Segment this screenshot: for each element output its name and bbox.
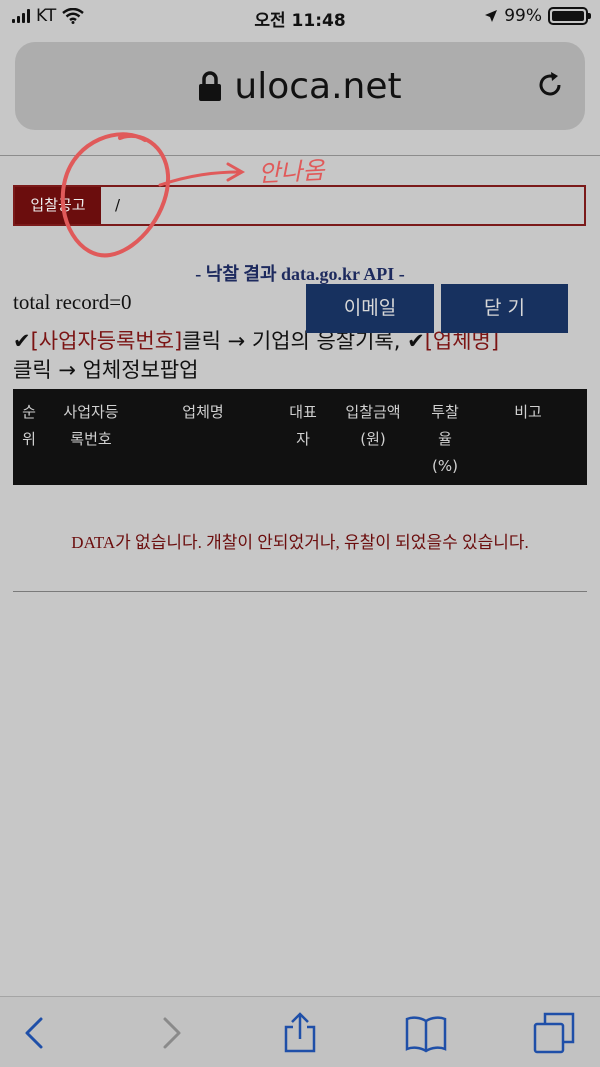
status-right: 99% (484, 6, 591, 26)
url-bar[interactable]: uloca.net (15, 42, 585, 130)
column-amount: 입찰금액 (원) (345, 403, 401, 448)
tabs-icon[interactable] (532, 1011, 576, 1055)
status-bar: KT 오전 11:48 99% (0, 0, 600, 34)
column-note: 비고 (514, 403, 542, 421)
column-ceo: 대표 자 (289, 403, 317, 448)
divider (13, 591, 587, 592)
total-record: total record=0 (13, 290, 132, 314)
instruction-part2: 클릭 → 업체정보팝업 (13, 358, 199, 382)
share-icon[interactable] (278, 1011, 322, 1055)
reload-icon[interactable] (535, 70, 565, 100)
back-icon[interactable] (14, 1011, 58, 1055)
column-rate: 투찰 율 (%) (431, 403, 459, 475)
email-button[interactable]: 이메일 (306, 284, 434, 333)
column-biz-no: 사업자등 록번호 (63, 403, 119, 448)
empty-message: DATA가 없습니다. 개찰이 안되었거나, 유찰이 되었을수 있습니다. (71, 533, 529, 552)
battery-fill (552, 11, 584, 21)
forward-icon[interactable] (148, 1011, 192, 1055)
api-title: - 낙찰 결과 data.go.kr API - (195, 264, 405, 284)
annotation-text: 안나옴 (257, 156, 326, 188)
instruction-text: ✔[사업자등록번호]클릭 → 기업의 응찰기록, ✔[업체명] 클릭 → 업체정보… (13, 327, 588, 385)
results-table-header: 순 위 사업자등 록번호 업체명 대표 자 입찰금액 (원) 투찰 율 (%) … (13, 389, 587, 485)
battery-percent: 99% (504, 6, 542, 26)
url-text: uloca.net (234, 66, 402, 107)
column-company: 업체명 (182, 403, 224, 421)
close-button[interactable]: 닫 기 (441, 284, 568, 333)
column-rank: 순 위 (22, 403, 36, 448)
biz-no-link-hint: [사업자등록번호] (30, 329, 183, 353)
check-icon: ✔ (13, 329, 31, 353)
battery-icon (548, 7, 591, 25)
location-arrow-icon (485, 10, 498, 22)
annotation-circle (60, 132, 246, 258)
bookmarks-icon[interactable] (404, 1011, 448, 1055)
browser-toolbar (0, 996, 600, 1067)
